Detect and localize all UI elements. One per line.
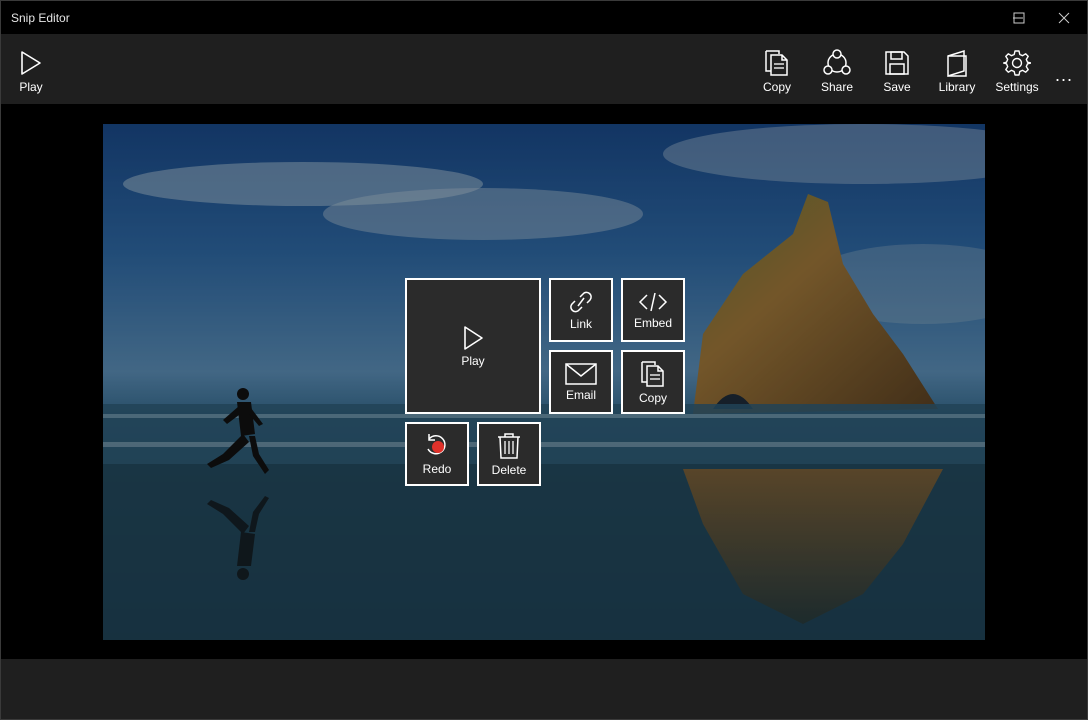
copy-button[interactable]: Copy [747,34,807,104]
record-dot [432,440,444,453]
app-window: Snip Editor Play Copy Share Save Library… [0,0,1088,720]
canvas [1,104,1087,659]
play-icon [464,325,483,350]
overlay-delete-tile[interactable]: Delete [477,422,541,486]
play-button[interactable]: Play [1,34,61,104]
link-icon [570,291,592,312]
play-icon [21,51,41,75]
overlay-copy-label: Copy [638,390,667,405]
more-button[interactable]: ... [1049,60,1079,90]
bottom-bar [1,659,1087,719]
overlay-email-tile[interactable]: Email [549,350,613,414]
overlay-delete-label: Delete [491,462,527,477]
overlay-email-label: Email [565,387,596,402]
copy-label: Copy [762,80,791,94]
image-dim-overlay [103,124,985,640]
overlay-embed-label: Embed [633,315,673,330]
settings-button[interactable]: Settings [987,34,1047,104]
library-button[interactable]: Library [927,34,987,104]
window-title: Snip Editor [11,11,70,25]
redo-icon [427,433,446,454]
mail-icon [565,362,597,385]
overlay-embed-tile[interactable]: Embed [621,278,685,342]
share-label: Share [820,80,854,94]
copy-icon [641,360,664,387]
share-icon [823,49,851,75]
play-label: Play [19,80,43,94]
overlay-link-label: Link [569,316,592,331]
save-label: Save [883,80,911,94]
maximize-button[interactable] [996,1,1041,34]
overlay-play-label: Play [461,353,485,368]
library-icon [947,49,967,77]
overlay-copy-tile[interactable]: Copy [621,350,685,414]
overlay-redo-tile[interactable]: Redo [405,422,469,486]
title-bar: Snip Editor [1,1,1087,34]
trash-icon [498,432,520,459]
settings-label: Settings [995,80,1039,94]
save-icon [885,51,909,75]
code-icon [638,292,668,311]
share-button[interactable]: Share [807,34,867,104]
overlay-link-tile[interactable]: Link [549,278,613,342]
save-button[interactable]: Save [867,34,927,104]
library-label: Library [938,80,976,94]
close-button[interactable] [1041,1,1087,34]
close-icon [1058,12,1070,23]
gear-icon [1003,50,1031,76]
snip-image [103,124,985,640]
overlay-redo-label: Redo [422,461,452,476]
copy-icon [765,50,788,76]
toolbar: Play Copy Share Save Library Settings ..… [1,34,1087,104]
maximize-icon [1013,12,1024,23]
overlay-play-tile[interactable]: Play [405,278,541,414]
